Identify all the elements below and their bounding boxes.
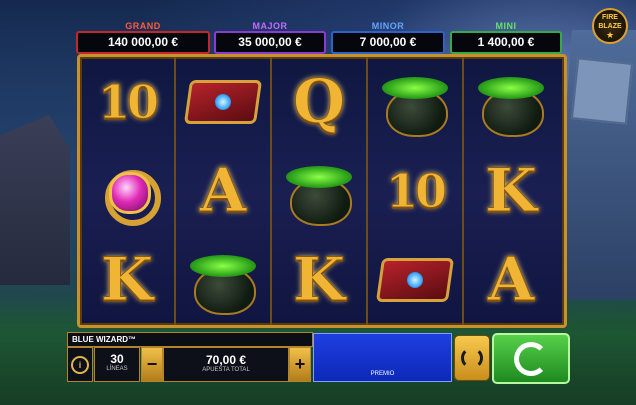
cauldron-icon bbox=[380, 71, 450, 137]
jackpot-mini: MINI 1 400,00 € bbox=[450, 21, 562, 54]
win-display: PREMIO bbox=[313, 333, 452, 382]
reel-1: 10 K bbox=[80, 57, 176, 325]
spellbook-icon bbox=[375, 252, 455, 308]
spellbook-icon bbox=[183, 74, 263, 130]
symbol-ring-icon bbox=[80, 146, 174, 235]
symbol-cauldron-icon bbox=[176, 235, 270, 324]
reel-grid: 10 K A Q K 10 K A bbox=[77, 54, 567, 328]
wooden-sign bbox=[570, 57, 634, 125]
info-icon: i bbox=[71, 355, 89, 374]
jackpot-grand-label: GRAND bbox=[125, 21, 161, 31]
bet-value: 70,00 € bbox=[205, 353, 247, 367]
autoplay-button[interactable] bbox=[454, 335, 490, 381]
reel-3: Q K bbox=[272, 57, 368, 325]
symbol-a: A bbox=[199, 155, 247, 226]
symbol-book-icon bbox=[176, 57, 270, 146]
reel-5: K A bbox=[464, 57, 558, 325]
game-title: BLUE WIZARD™ bbox=[67, 332, 313, 347]
jackpot-major-label: MAJOR bbox=[252, 21, 288, 31]
autoplay-icon bbox=[461, 347, 483, 369]
symbol-ten: 10 bbox=[97, 74, 159, 129]
fire-blaze-logo: FIRE BLAZE ★ bbox=[592, 8, 628, 44]
jackpot-mini-value: 1 400,00 € bbox=[450, 31, 562, 54]
symbol-book-icon bbox=[368, 235, 462, 324]
info-button[interactable]: i bbox=[67, 347, 93, 382]
symbol-k: K bbox=[484, 155, 538, 226]
bet-label: APUESTA TOTAL bbox=[202, 367, 250, 373]
lines-value: 30 bbox=[110, 352, 124, 366]
jackpot-major: MAJOR 35 000,00 € bbox=[214, 21, 326, 54]
symbol-cauldron-icon bbox=[368, 57, 462, 146]
symbol-a: A bbox=[487, 244, 535, 315]
symbol-ten: 10 bbox=[385, 163, 447, 218]
symbol-k: K bbox=[292, 244, 346, 315]
reel-2: A bbox=[176, 57, 272, 325]
jackpot-major-value: 35 000,00 € bbox=[214, 31, 326, 54]
cauldron-icon bbox=[188, 249, 258, 315]
jackpot-mini-label: MINI bbox=[495, 21, 517, 31]
jackpot-grand: GRAND 140 000,00 € bbox=[76, 21, 210, 54]
symbol-q: Q bbox=[292, 66, 346, 137]
lines-display: 30 LÍNEAS bbox=[94, 347, 140, 382]
jackpot-minor: MINOR 7 000,00 € bbox=[331, 21, 445, 54]
symbol-cauldron-icon bbox=[464, 57, 558, 146]
spin-icon bbox=[514, 341, 548, 376]
win-label: PREMIO bbox=[370, 371, 395, 377]
left-hut bbox=[0, 115, 70, 285]
bet-decrease-button[interactable]: − bbox=[141, 347, 163, 382]
cauldron-icon bbox=[476, 71, 546, 137]
jackpot-minor-value: 7 000,00 € bbox=[331, 31, 445, 54]
reel-4: 10 bbox=[368, 57, 464, 325]
cauldron-icon bbox=[284, 160, 354, 226]
jackpot-grand-value: 140 000,00 € bbox=[76, 31, 210, 54]
lines-label: LÍNEAS bbox=[106, 366, 128, 372]
symbol-cauldron-icon bbox=[272, 146, 366, 235]
spin-button[interactable] bbox=[492, 333, 570, 384]
jackpot-minor-label: MINOR bbox=[371, 21, 405, 31]
total-bet-display: 70,00 € APUESTA TOTAL bbox=[163, 347, 289, 382]
bet-increase-button[interactable]: + bbox=[289, 347, 311, 382]
ring-icon bbox=[95, 160, 161, 226]
symbol-k: K bbox=[100, 244, 154, 315]
